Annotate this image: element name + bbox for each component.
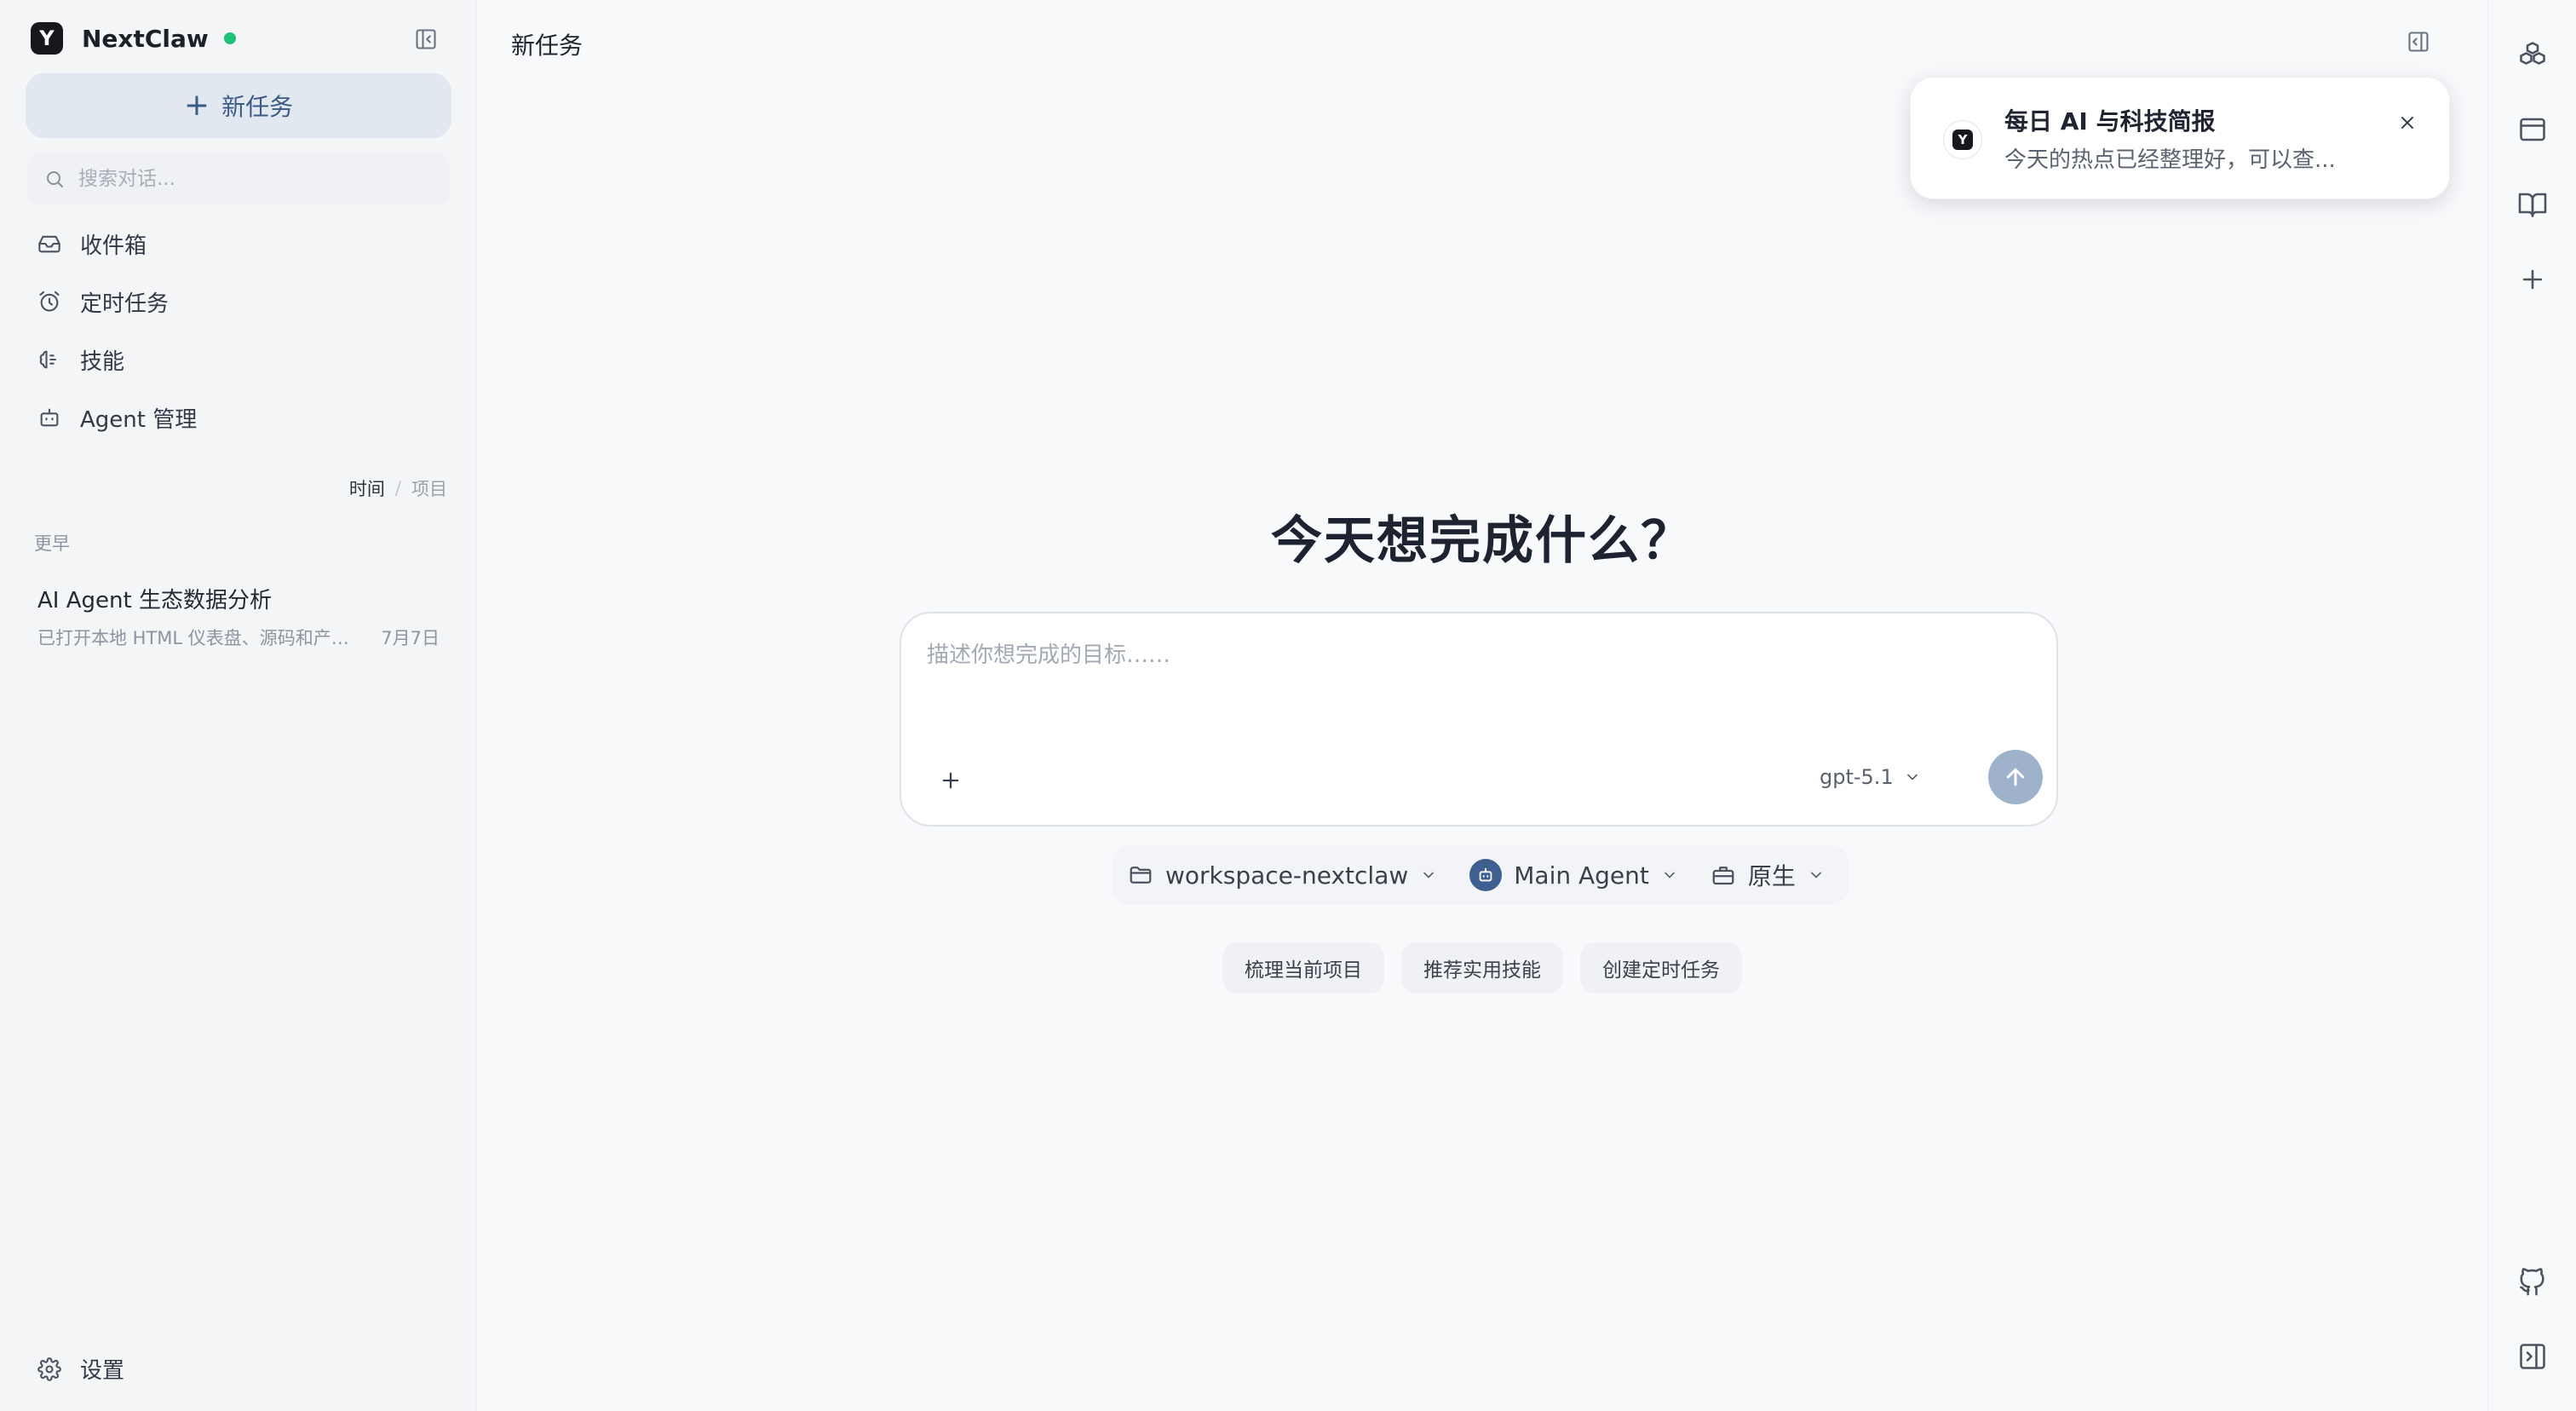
sidebar-item-label: 定时任务: [80, 291, 170, 317]
page-title: 新任务: [511, 32, 584, 60]
session-title: AI Agent 生态数据分析: [37, 588, 272, 613]
panel-collapse-icon: [2408, 32, 2429, 52]
toggle-right-panel-button[interactable]: [2404, 27, 2433, 56]
chevron-down-icon: [1811, 872, 1821, 878]
sidebar-item-inbox[interactable]: 收件箱: [27, 215, 450, 273]
workspace-name: workspace-nextclaw: [1165, 861, 1409, 890]
suggestion-chip[interactable]: 创建定时任务: [1580, 942, 1742, 993]
sort-by-project[interactable]: 项目: [411, 475, 447, 501]
chevron-down-icon: [1665, 872, 1675, 878]
book-open-icon: [2518, 193, 2547, 217]
rail-add-button[interactable]: [2514, 261, 2551, 298]
sort-by-time[interactable]: 时间: [349, 475, 385, 501]
online-status-dot: [223, 32, 236, 44]
agent-select[interactable]: Main Agent: [1469, 859, 1678, 891]
search-input[interactable]: [78, 168, 436, 190]
main-panel: 新任务 Y 每日 AI 与科技简报 今天的热点已经整理好，可以查... 今天想完…: [477, 0, 2487, 1411]
workspace-select[interactable]: workspace-nextclaw: [1128, 861, 1437, 890]
close-icon: [2401, 117, 2413, 129]
brain-icon: [39, 350, 57, 369]
model-name: gpt-5.1: [1820, 765, 1894, 789]
plus-icon: +: [183, 88, 210, 123]
cubes-icon: [2520, 42, 2545, 65]
sidebar-item-label: Agent 管理: [80, 406, 198, 433]
app-window: Y NextClaw + 新任务 收件箱: [0, 0, 2576, 1411]
sidebar-collapse-icon: [416, 29, 436, 49]
chevron-down-icon: [1906, 774, 1918, 780]
sidebar: Y NextClaw + 新任务 收件箱: [0, 0, 477, 1411]
app-logo-small: Y: [1952, 130, 1973, 150]
session-preview: 已打开本地 HTML 仪表盘、源码和产…: [37, 628, 349, 648]
notification-toast[interactable]: Y 每日 AI 与科技简报 今天的热点已经整理好，可以查...: [1910, 77, 2450, 199]
gear-icon: [37, 1356, 61, 1381]
suggestion-chip[interactable]: 推荐实用技能: [1401, 942, 1563, 993]
send-button[interactable]: [1988, 750, 2043, 804]
folder-icon: [1130, 867, 1152, 884]
rail-browser-button[interactable]: [2514, 111, 2551, 148]
brand: Y NextClaw: [31, 20, 236, 56]
rail-panel-button[interactable]: [2514, 1338, 2551, 1375]
sidebar-item-label: 收件箱: [80, 233, 147, 259]
hero-title: 今天想完成什么？: [1271, 511, 1693, 571]
rail-github-button[interactable]: [2514, 1263, 2551, 1300]
toast-body: 今天的热点已经整理好，可以查...: [2004, 147, 2336, 173]
session-meta: 已打开本地 HTML 仪表盘、源码和产… 7月7日: [37, 625, 440, 650]
sidebar-nav: 收件箱 定时任务 技能 Agent 管理: [27, 215, 450, 446]
search-icon: [47, 171, 63, 187]
chevron-down-icon: [1423, 872, 1435, 878]
github-icon: [2520, 1268, 2544, 1296]
sidebar-item-scheduled-tasks[interactable]: 定时任务: [27, 273, 450, 331]
plus-icon: [942, 772, 959, 789]
agent-avatar: [1469, 859, 1503, 891]
suggestion-chips: 梳理当前项目 推荐实用技能 创建定时任务: [477, 942, 2487, 993]
toolbox-icon: [1712, 867, 1734, 885]
settings-label: 设置: [80, 1358, 125, 1384]
runtime-select[interactable]: 原生: [1711, 858, 1825, 892]
composer: gpt-5.1: [900, 612, 2058, 826]
rail-cubes-button[interactable]: [2514, 36, 2551, 73]
session-sort-toggle: 时间 / 项目: [349, 475, 447, 501]
sidebar-item-agent-management[interactable]: Agent 管理: [27, 389, 450, 446]
inbox-icon: [38, 235, 60, 253]
toast-title: 每日 AI 与科技简报: [2004, 107, 2216, 135]
model-select[interactable]: gpt-5.1: [1820, 765, 1921, 789]
suggestion-chip[interactable]: 梳理当前项目: [1222, 942, 1384, 993]
task-input[interactable]: [927, 637, 2026, 731]
right-rail: [2487, 0, 2576, 1411]
sidebar-item-skills[interactable]: 技能: [27, 331, 450, 389]
settings-button[interactable]: 设置: [37, 1353, 124, 1385]
new-task-label: 新任务: [221, 93, 294, 121]
collapse-sidebar-button[interactable]: [411, 24, 441, 55]
context-bar: workspace-nextclaw Main Agent 原生: [1113, 845, 1849, 905]
search-box: [27, 153, 450, 204]
toast-app-icon: Y: [1943, 120, 1982, 159]
plus-icon: [2522, 269, 2543, 290]
toast-close-button[interactable]: [2393, 108, 2422, 137]
alarm-clock-icon: [39, 291, 60, 312]
new-task-button[interactable]: + 新任务: [26, 73, 451, 138]
rail-docs-button[interactable]: [2514, 186, 2551, 223]
sort-separator: /: [394, 478, 401, 498]
panel-right-icon: [2520, 1344, 2545, 1369]
runtime-name: 原生: [1747, 862, 1796, 890]
session-date: 7月7日: [381, 628, 440, 648]
agent-name: Main Agent: [1514, 861, 1649, 890]
arrow-up-icon: [2006, 768, 2025, 786]
app-name: NextClaw: [82, 24, 209, 53]
session-item[interactable]: AI Agent 生态数据分析 已打开本地 HTML 仪表盘、源码和产… 7月7…: [27, 574, 450, 659]
browser-window-icon: [2520, 118, 2545, 141]
bot-icon: [40, 408, 59, 427]
sidebar-item-label: 技能: [80, 348, 125, 375]
app-logo: Y: [31, 22, 63, 55]
session-group-label: 更早: [34, 533, 70, 554]
bot-icon: [1479, 867, 1492, 882]
attach-button[interactable]: [934, 763, 968, 798]
